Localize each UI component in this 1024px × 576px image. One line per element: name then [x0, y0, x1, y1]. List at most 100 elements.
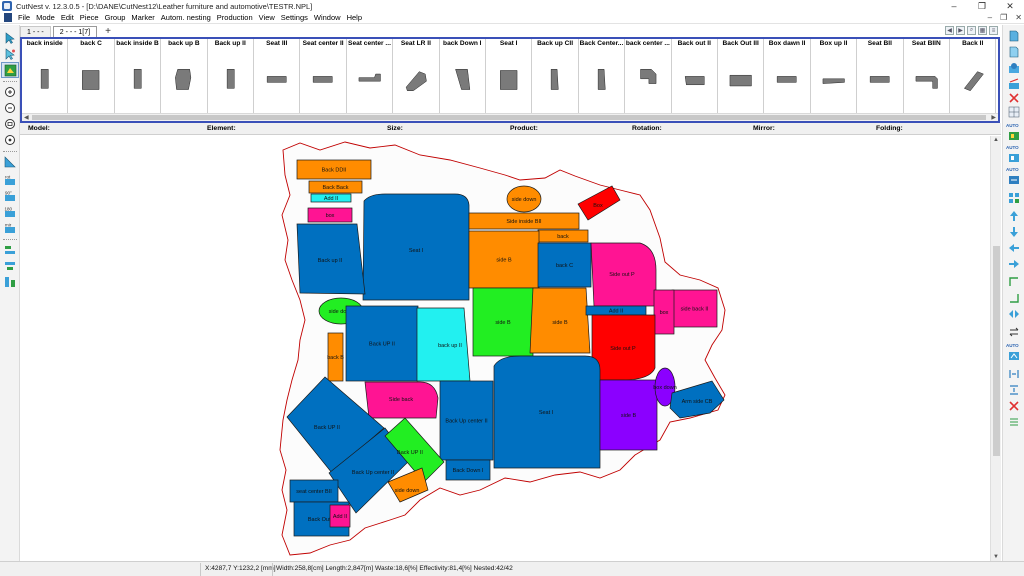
strip-element[interactable]: back up B	[161, 39, 208, 113]
strip-view-icon[interactable]: ▦	[978, 26, 987, 35]
swap-icon[interactable]	[1006, 325, 1022, 339]
strip-element[interactable]: Back out II	[672, 39, 718, 113]
snap-corner-icon[interactable]	[1006, 291, 1022, 305]
strip-element[interactable]: Back II	[950, 39, 997, 113]
menu-piece[interactable]: Piece	[77, 13, 102, 22]
menu-production[interactable]: Production	[214, 13, 256, 22]
minimize-button[interactable]: –	[940, 0, 968, 12]
menu-settings[interactable]: Settings	[278, 13, 311, 22]
auto-nest-group-icon[interactable]	[1006, 151, 1022, 165]
strip-scroll-right-icon[interactable]: ▶	[956, 26, 965, 35]
tab-document-2[interactable]: 2 - - - 1[7]	[52, 26, 98, 37]
strip-element[interactable]: Box dawn II	[764, 39, 811, 113]
open-document-icon[interactable]	[1006, 45, 1022, 59]
nested-piece[interactable]: Back DDII	[296, 159, 372, 180]
lock-piece-icon[interactable]	[1006, 77, 1022, 91]
nesting-drawing[interactable]: Back DDII Back Back Add II box Seat I Back up…	[20, 136, 990, 561]
new-document-icon[interactable]	[1006, 29, 1022, 43]
maximize-button[interactable]: ❐	[968, 0, 996, 12]
nested-piece[interactable]: side B	[529, 287, 591, 354]
strip-element[interactable]: Seat LR II	[393, 39, 440, 113]
nested-piece[interactable]: back	[537, 229, 589, 243]
snap-icon[interactable]	[1006, 275, 1022, 289]
distribute-icon[interactable]	[2, 259, 18, 273]
measure-icon[interactable]	[2, 155, 18, 169]
zoom-window-icon[interactable]	[2, 133, 18, 147]
select-arrow-icon[interactable]	[2, 31, 18, 45]
delete-piece-icon[interactable]	[1006, 91, 1022, 105]
nesting-canvas[interactable]: Back DDII Back Back Add II box Seat I Back up…	[20, 136, 990, 561]
rotate-icon[interactable]: rot	[2, 173, 18, 187]
strip-scroll-thumb[interactable]	[32, 115, 986, 120]
rotate-90-icon[interactable]: 90°	[2, 189, 18, 203]
nested-piece[interactable]: back B	[327, 332, 344, 382]
strip-element[interactable]: Back Out III	[718, 39, 765, 113]
nested-piece[interactable]: Side inside BII	[468, 212, 580, 230]
strip-element[interactable]: Seat BII	[857, 39, 904, 113]
menu-edit[interactable]: Edit	[58, 13, 77, 22]
strip-element[interactable]: Back Center...	[579, 39, 626, 113]
document-icon[interactable]	[4, 13, 12, 22]
nested-piece[interactable]: Back UP II	[345, 305, 419, 382]
menu-file[interactable]: File	[15, 13, 33, 22]
select-group-arrow-icon[interactable]	[2, 47, 18, 61]
strip-element[interactable]: back Down I	[440, 39, 486, 113]
strip-zoom-icon[interactable]: ⌕	[967, 26, 976, 35]
nest-blocks-icon[interactable]	[1006, 191, 1022, 205]
rotate-180-icon[interactable]: 180	[2, 205, 18, 219]
strip-element[interactable]: Seat I	[486, 39, 533, 113]
strip-settings-icon[interactable]: ≡	[989, 26, 998, 35]
nested-piece[interactable]: Add II	[329, 504, 351, 528]
nested-piece[interactable]: Back Up center II	[439, 380, 494, 461]
nested-piece[interactable]: back up II	[416, 307, 471, 382]
menu-window[interactable]: Window	[311, 13, 344, 22]
nested-piece[interactable]: side B	[472, 287, 534, 357]
strip-element[interactable]: Seat BIIN	[904, 39, 950, 113]
bottom-options-icon[interactable]	[1006, 415, 1022, 429]
mdi-restore-button[interactable]: ❐	[1000, 13, 1007, 22]
close-button[interactable]: ✕	[996, 0, 1024, 12]
move-right-icon[interactable]	[1006, 257, 1022, 271]
mirror-icon[interactable]: mir	[2, 221, 18, 235]
zoom-fit-icon[interactable]	[2, 117, 18, 131]
nested-piece-shape[interactable]	[362, 193, 470, 301]
menu-view[interactable]: View	[256, 13, 278, 22]
menu-mode[interactable]: Mode	[33, 13, 58, 22]
nested-piece[interactable]: side down	[506, 185, 542, 213]
strip-element[interactable]: Back up II	[208, 39, 254, 113]
menu-help[interactable]: Help	[344, 13, 365, 22]
strip-element[interactable]: Seat III	[254, 39, 301, 113]
nested-piece[interactable]: Side back	[364, 381, 439, 419]
nested-piece[interactable]: Back Back	[308, 180, 363, 194]
strip-element[interactable]: Back up CII	[532, 39, 579, 113]
nested-piece[interactable]: side B	[468, 230, 540, 289]
zoom-out-icon[interactable]	[2, 101, 18, 115]
nested-piece[interactable]: side back II	[671, 289, 718, 328]
menu-group[interactable]: Group	[102, 13, 129, 22]
move-up-icon[interactable]	[1006, 209, 1022, 223]
auto-nest-icon[interactable]	[1006, 129, 1022, 143]
nested-piece[interactable]: Seat I	[493, 355, 601, 469]
canvas-vertical-scrollbar[interactable]: ▲ ▼	[990, 136, 1001, 561]
remove-all-icon[interactable]	[1006, 399, 1022, 413]
nested-piece[interactable]: Add II	[585, 305, 647, 316]
strip-element[interactable]: Seat center II	[300, 39, 347, 113]
menu-marker[interactable]: Marker	[128, 13, 157, 22]
add-tab-button[interactable]: +	[99, 26, 117, 37]
nested-piece[interactable]: side B	[599, 379, 658, 451]
strip-element[interactable]: Box up II	[811, 39, 858, 113]
zoom-in-icon[interactable]	[2, 85, 18, 99]
move-left-icon[interactable]	[1006, 241, 1022, 255]
auto-fill-icon[interactable]	[1006, 349, 1022, 363]
save-document-icon[interactable]	[1006, 61, 1022, 75]
spacing-vertical-icon[interactable]	[1006, 383, 1022, 397]
nested-piece[interactable]: back C	[537, 242, 592, 288]
auto-compact-icon[interactable]	[1006, 173, 1022, 187]
stack-icon[interactable]	[2, 275, 18, 289]
strip-scroll-right-arrow-icon[interactable]: ▶	[991, 114, 996, 121]
strip-element[interactable]: back C	[68, 39, 115, 113]
nested-piece[interactable]: Side out P	[590, 242, 657, 307]
mdi-minimize-button[interactable]: –	[988, 13, 992, 22]
flip-icon[interactable]	[1006, 307, 1022, 321]
nested-piece[interactable]: Back up II	[296, 223, 366, 295]
